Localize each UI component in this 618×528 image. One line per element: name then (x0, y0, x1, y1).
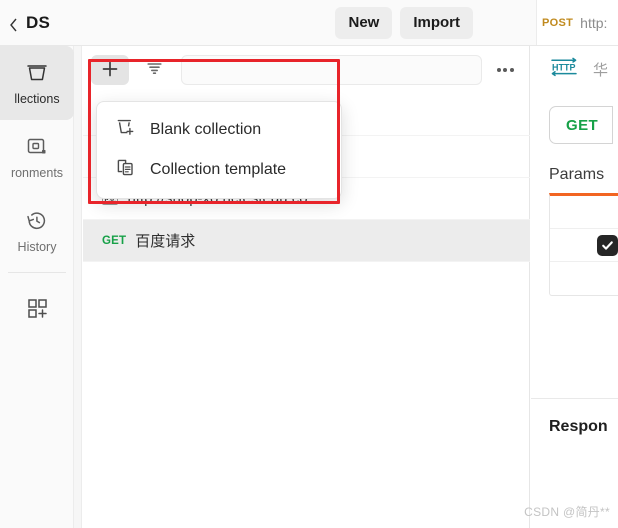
workspace-name: DS (26, 13, 51, 32)
import-button[interactable]: Import (400, 7, 473, 39)
ellipsis-icon (503, 68, 507, 72)
left-sidebar: llections ronments History (0, 46, 74, 528)
request-pane: HTTP 华 GET Params Respon (531, 46, 618, 528)
workspace-area[interactable]: DS (10, 0, 50, 46)
params-tab[interactable]: Params (549, 166, 618, 184)
sidebar-item-collections-label: llections (14, 92, 60, 106)
sidebar-item-new[interactable] (0, 273, 74, 347)
panel-gutter (74, 46, 82, 528)
menu-item-blank-collection-label: Blank collection (150, 121, 262, 138)
sidebar-item-history[interactable]: History (0, 194, 74, 268)
sidebar-item-collections[interactable]: llections (0, 46, 74, 120)
method-selector[interactable]: GET (549, 106, 614, 144)
top-bar: DS New Import POST http: (0, 0, 618, 46)
method-selector-label: GET (566, 116, 599, 134)
list-item-selected[interactable]: GET 百度请求 (83, 220, 530, 262)
http-icon[interactable]: HTTP (549, 55, 579, 84)
list-item-method: GET (102, 234, 127, 247)
svg-text:HTTP: HTTP (552, 62, 576, 72)
request-method-bar: GET (531, 92, 618, 144)
response-section-title: Respon (549, 418, 608, 435)
environments-icon (24, 134, 50, 160)
request-tab-method: POST (542, 16, 574, 29)
table-row (550, 196, 618, 229)
collection-template-icon (115, 157, 136, 183)
table-row[interactable] (550, 229, 618, 262)
collections-toolbar (83, 46, 530, 94)
workspace-glyph-icon (10, 18, 18, 32)
add-collection-button[interactable] (91, 55, 129, 85)
request-tab-url: http: (580, 14, 608, 31)
new-button[interactable]: New (335, 7, 393, 39)
blank-collection-icon (115, 117, 136, 143)
filter-button[interactable] (135, 55, 173, 85)
new-collection-dropdown: Blank collection Collection template (96, 101, 342, 199)
menu-item-collection-template-label: Collection template (150, 161, 287, 178)
history-icon (24, 208, 50, 234)
collections-icon (24, 60, 50, 86)
row-checkbox[interactable] (597, 234, 618, 256)
new-grid-icon (24, 294, 50, 320)
top-bar-actions: New Import (335, 7, 473, 39)
table-row (550, 262, 618, 295)
ellipsis-icon (509, 68, 514, 72)
list-item-label: 百度请求 (135, 233, 196, 250)
search-input[interactable] (181, 55, 482, 85)
menu-item-blank-collection[interactable]: Blank collection (97, 110, 341, 150)
more-options-button[interactable] (488, 55, 522, 85)
tab-secondary-label[interactable]: 华 (593, 59, 608, 80)
menu-item-collection-template[interactable]: Collection template (97, 150, 341, 190)
filter-icon (145, 59, 164, 81)
app-window: DS New Import POST http: llections ronme… (0, 0, 618, 528)
plus-icon (101, 60, 119, 81)
sidebar-item-history-label: History (17, 240, 57, 254)
watermark: CSDN @简丹** (524, 505, 610, 519)
sidebar-item-environments-label: ronments (10, 166, 64, 180)
ellipsis-icon (496, 68, 501, 72)
sidebar-item-environments[interactable]: ronments (0, 120, 74, 194)
params-table (549, 193, 618, 296)
request-tab[interactable]: POST http: (536, 0, 618, 45)
request-pane-tabs: HTTP 华 (531, 46, 618, 92)
response-divider (531, 398, 618, 399)
